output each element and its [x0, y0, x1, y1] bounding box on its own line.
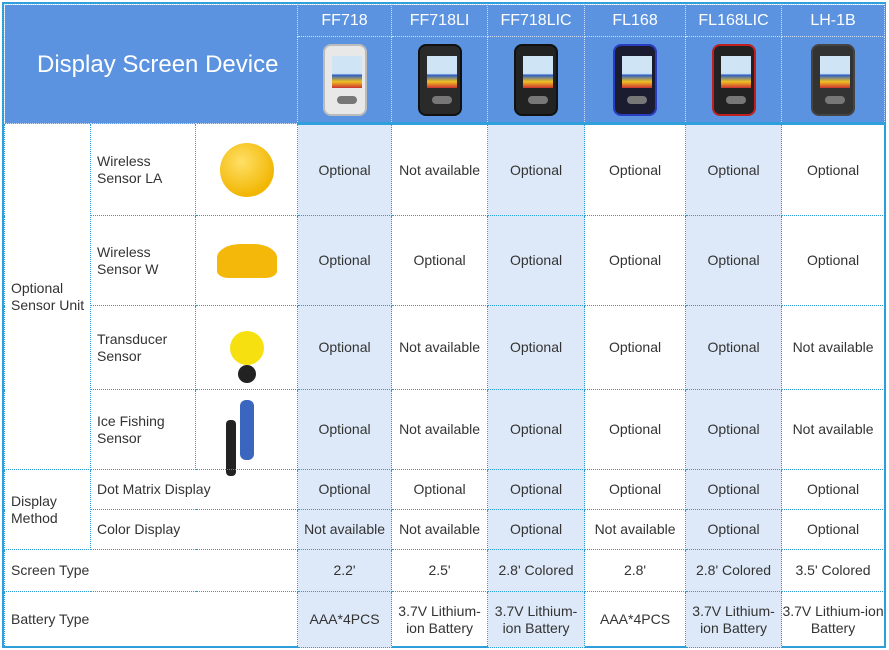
- ff718li-device: [391, 36, 489, 125]
- table-row: Wireless Sensor W Optional Optional Optiona…: [5, 215, 886, 306]
- cell-value: Optional: [487, 215, 586, 306]
- fl168lic-device-image: [711, 43, 756, 116]
- battery-type-label: Battery Type: [3, 591, 299, 648]
- comparison-table: Display Screen Device FF718 FF718LI FF718LI…: [3, 4, 886, 648]
- fl168-device: [584, 36, 687, 125]
- wireless-sensor-la: [194, 123, 299, 216]
- cell-value: AAA*4PCS: [297, 591, 393, 648]
- group-label: Optional Sensor Unit: [4, 123, 91, 470]
- cell-value: Optional: [584, 389, 687, 470]
- ff718lic-device-image: [514, 43, 559, 116]
- ff718lic-device: [487, 36, 586, 125]
- model-header: LH-1B: [781, 4, 886, 37]
- table-row: Battery Type AAA*4PCS 3.7V Lithium-ion Bat…: [3, 591, 886, 648]
- display-method-name: Color Display: [89, 509, 299, 550]
- cell-value: 2.8' Colored: [685, 549, 783, 592]
- wireless-sensor-w: [194, 215, 299, 306]
- cell-value: Optional: [584, 469, 687, 510]
- cell-value: 3.5' Colored: [781, 549, 886, 592]
- table-row: Transducer Sensor Optional Not available Op…: [5, 305, 886, 390]
- cell-value: Optional: [297, 469, 393, 510]
- cell-value: Optional: [685, 305, 783, 390]
- cell-value: Optional: [297, 215, 393, 306]
- cell-value: Optional: [584, 123, 687, 216]
- cell-value: Optional: [685, 389, 783, 470]
- cell-value: Optional: [487, 389, 586, 470]
- ff718-device: [297, 36, 393, 125]
- cell-value: Optional: [584, 305, 687, 390]
- cell-value: Not available: [391, 509, 489, 550]
- model-header: FL168: [584, 4, 687, 37]
- cell-value: Optional: [685, 509, 783, 550]
- page-title: Display Screen Device: [3, 4, 299, 124]
- model-header: FL168LIC: [685, 4, 783, 37]
- cell-value: Not available: [391, 305, 489, 390]
- display-method-name: Dot Matrix Display: [89, 469, 299, 510]
- cell-value: Not available: [297, 509, 393, 550]
- cell-value: 3.7V Lithium-ion Battery: [487, 591, 586, 648]
- transducer-sensor-image: [229, 330, 264, 365]
- ff718-device-image: [322, 43, 367, 116]
- table-row: Color Display Not available Not available O…: [5, 509, 886, 550]
- fl168lic-device: [685, 36, 783, 125]
- cell-value: Not available: [781, 305, 886, 390]
- cell-value: Optional: [297, 389, 393, 470]
- cell-value: Optional: [391, 469, 489, 510]
- sensor-name: Transducer Sensor: [90, 305, 196, 390]
- sensor-name: Wireless Sensor W: [90, 215, 196, 306]
- cell-value: Optional: [685, 469, 783, 510]
- transducer-sensor: [194, 305, 299, 390]
- cell-value: Optional: [685, 123, 783, 216]
- cell-value: Not available: [584, 509, 687, 550]
- cell-value: Optional: [685, 215, 783, 306]
- cell-value: Optional: [781, 215, 886, 306]
- cell-value: 2.2': [297, 549, 393, 592]
- cell-value: Optional: [781, 469, 886, 510]
- table-row: Display Method Dot Matrix Display Optional…: [4, 469, 886, 550]
- cell-value: Optional: [487, 123, 586, 216]
- fl168-device-image: [613, 43, 658, 116]
- table-row: Screen Type 2.2' 2.5' 2.8' Colored 2.8' 2.8' …: [3, 549, 886, 592]
- cell-value: Not available: [391, 123, 489, 216]
- screen-type-label: Screen Type: [3, 549, 299, 592]
- cell-value: 3.7V Lithium-ion Battery: [685, 591, 783, 648]
- sensor-name: Wireless Sensor LA: [90, 123, 196, 216]
- table-row: Ice Fishing Sensor Optional Not available O…: [5, 389, 886, 470]
- cell-value: Optional: [487, 469, 586, 510]
- model-header: FF718LI: [391, 4, 489, 37]
- table-row: Optional Sensor Unit Wireless Sensor LA Op…: [4, 123, 886, 470]
- lh1b-device: [781, 36, 886, 125]
- cell-value: 3.7V Lithium-ion Battery: [391, 591, 489, 648]
- comparison-table-container: Display Screen Device FF718 FF718LI FF718LI…: [2, 2, 886, 648]
- cell-value: Optional: [487, 305, 586, 390]
- cell-value: Optional: [487, 509, 586, 550]
- cell-value: Optional: [781, 123, 886, 216]
- cell-value: Optional: [297, 123, 393, 216]
- ff718li-device-image: [417, 43, 462, 116]
- cell-value: Optional: [391, 215, 489, 306]
- cell-value: 2.8' Colored: [487, 549, 586, 592]
- lh1b-device-image: [811, 43, 856, 116]
- cell-value: Optional: [584, 215, 687, 306]
- cell-value: 2.5': [391, 549, 489, 592]
- cell-value: AAA*4PCS: [584, 591, 687, 648]
- ice-fishing-sensor-image: [239, 399, 254, 460]
- cell-value: Not available: [781, 389, 886, 470]
- table-row: Display Screen Device FF718 FF718LI FF718LI…: [3, 4, 886, 124]
- cell-value: Optional: [781, 509, 886, 550]
- cell-value: 3.7V Lithium-ion Battery: [781, 591, 886, 648]
- wireless-sensor-la-image: [219, 142, 274, 197]
- model-header: FF718LIC: [487, 4, 586, 37]
- group-label: Display Method: [4, 469, 91, 550]
- model-header: FF718: [297, 4, 393, 37]
- cell-value: Not available: [391, 389, 489, 470]
- sensor-name: Ice Fishing Sensor: [90, 389, 196, 470]
- ice-fishing-sensor: [194, 389, 299, 470]
- wireless-sensor-w-image: [216, 243, 277, 278]
- cell-value: Optional: [297, 305, 393, 390]
- cell-value: 2.8': [584, 549, 687, 592]
